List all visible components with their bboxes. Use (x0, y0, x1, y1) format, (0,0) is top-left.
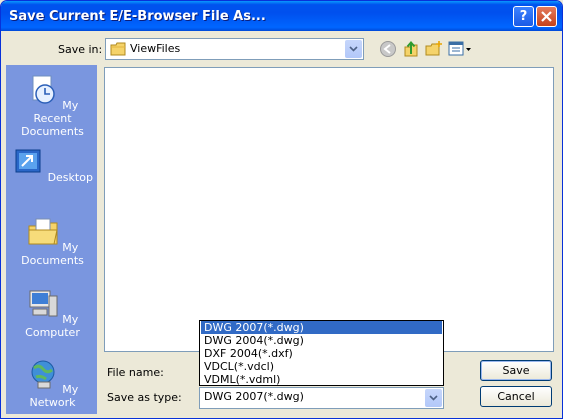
view-menu-icon[interactable] (448, 40, 472, 58)
my-documents-icon (28, 218, 58, 245)
save-as-type-dropdown-list: DWG 2007(*.dwg) DWG 2004(*.dwg) DXF 2004… (199, 320, 444, 386)
close-icon (541, 11, 552, 22)
desktop-icon (15, 149, 41, 173)
folder-icon (110, 42, 126, 56)
close-button[interactable] (536, 6, 557, 27)
save-as-type-combo[interactable]: DWG 2007(*.dwg) (199, 387, 444, 409)
place-label: Desktop (47, 171, 93, 184)
title-bar[interactable]: Save Current E/E-Browser File As... ? (1, 1, 562, 31)
save-in-value: ViewFiles (130, 42, 181, 55)
help-button[interactable]: ? (513, 6, 534, 27)
save-dialog: Save Current E/E-Browser File As... ? Sa… (0, 0, 563, 419)
place-my-recent-documents[interactable]: My Recent Documents (7, 74, 98, 138)
save-button[interactable]: Save (480, 360, 552, 381)
help-icon: ? (519, 9, 528, 24)
type-option-vdml[interactable]: VDML(*.vdml) (201, 373, 442, 386)
type-option-vdcl[interactable]: VDCL(*.vdcl) (201, 360, 442, 373)
place-my-network[interactable]: My Network (7, 358, 98, 409)
save-in-combo[interactable]: ViewFiles (105, 38, 364, 60)
file-list-view[interactable] (104, 67, 554, 352)
type-option-dwg-2007[interactable]: DWG 2007(*.dwg) (201, 321, 442, 334)
cancel-button[interactable]: Cancel (480, 386, 552, 407)
type-option-dwg-2004[interactable]: DWG 2004(*.dwg) (201, 334, 442, 347)
my-network-icon (31, 360, 55, 389)
new-folder-icon[interactable] (425, 40, 443, 58)
save-as-type-value: DWG 2007(*.dwg) (204, 390, 304, 403)
window-title: Save Current E/E-Browser File As... (9, 9, 266, 24)
chevron-down-icon (349, 46, 358, 52)
save-as-type-label: Save as type: (107, 391, 182, 404)
place-my-computer[interactable]: My Computer (7, 288, 98, 339)
type-option-dxf-2004[interactable]: DXF 2004(*.dxf) (201, 347, 442, 360)
up-folder-icon[interactable] (402, 40, 420, 58)
save-in-dropdown-arrow[interactable] (345, 40, 362, 58)
places-bar: My Recent Documents Desktop My Documents (6, 65, 97, 414)
save-in-label: Save in: (58, 43, 103, 56)
chevron-down-icon (429, 395, 438, 401)
file-name-label: File name: (107, 366, 164, 379)
place-desktop[interactable]: Desktop (7, 146, 98, 184)
back-icon[interactable] (379, 40, 397, 58)
save-as-type-dropdown-arrow[interactable] (425, 389, 442, 407)
place-my-documents[interactable]: My Documents (7, 216, 98, 267)
recent-documents-icon (32, 75, 55, 104)
my-computer-icon (29, 290, 58, 317)
